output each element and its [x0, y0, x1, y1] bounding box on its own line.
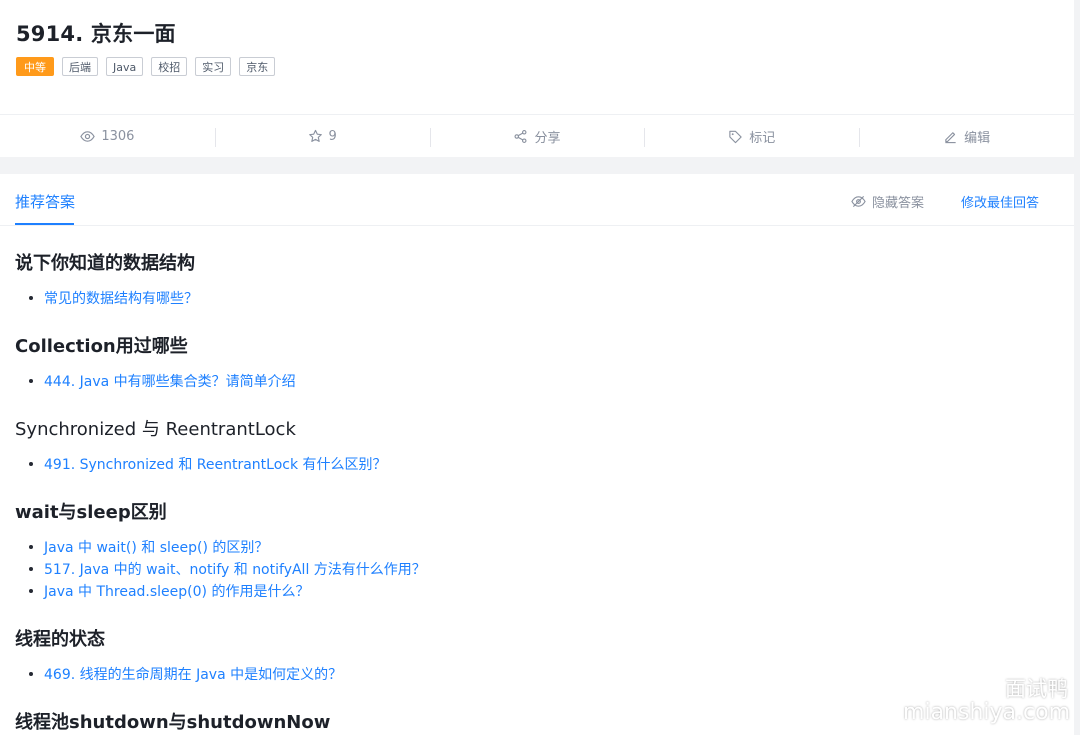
active-tab-indicator	[15, 223, 74, 225]
share-icon	[514, 129, 527, 143]
list-item[interactable]: 常见的数据结构有哪些？	[29, 288, 198, 308]
section-heading: 线程的状态	[15, 629, 105, 650]
question-link[interactable]: 517. Java 中的 wait、notify 和 notifyAll 方法有…	[44, 559, 426, 579]
section-heading: Collection用过哪些	[15, 336, 188, 357]
edit-label: 编辑	[964, 130, 991, 146]
views-stat: 1306	[0, 115, 215, 157]
answer-card: 推荐答案 隐藏答案 修改最佳回答 说下你知道的数据结构 常见的数据结构有哪些？ …	[0, 174, 1074, 735]
bullet	[29, 379, 33, 383]
answer-tabs: 推荐答案 隐藏答案 修改最佳回答	[0, 174, 1074, 226]
section-heading: 说下你知道的数据结构	[15, 253, 195, 274]
hide-answer-label: 隐藏答案	[872, 196, 925, 211]
question-link[interactable]: 常见的数据结构有哪些？	[44, 288, 198, 308]
edit-button[interactable]: 编辑	[859, 115, 1074, 157]
list-item[interactable]: 444. Java 中有哪些集合类？请简单介绍	[29, 371, 296, 391]
list-item[interactable]: 469. 线程的生命周期在 Java 中是如何定义的？	[29, 664, 342, 684]
tag-icon	[729, 130, 742, 143]
list-item[interactable]: 517. Java 中的 wait、notify 和 notifyAll 方法有…	[29, 559, 426, 579]
section-heading: 线程池shutdown与shutdownNow	[15, 712, 331, 733]
question-link[interactable]: 444. Java 中有哪些集合类？请简单介绍	[44, 371, 296, 391]
edit-best-answer-link[interactable]: 修改最佳回答	[961, 192, 1039, 211]
mark-label: 标记	[749, 130, 776, 146]
section-heading: Synchronized 与 ReentrantLock	[15, 419, 296, 440]
tag-campus[interactable]: 校招	[151, 57, 188, 76]
watermark-brand: 面试鸭	[1005, 677, 1068, 701]
star-button[interactable]: 9	[214, 115, 430, 157]
stats-bar: 1306 9 分享 标记 编辑	[0, 114, 1074, 157]
section-heading: wait与sleep区别	[15, 502, 167, 523]
pencil-icon	[945, 131, 956, 143]
question-header-card: 5914. 京东一面 中等 后端 Java 校招 实习 京东 1306 9 分享…	[0, 0, 1074, 157]
bullet	[29, 589, 33, 593]
tag-internship[interactable]: 实习	[195, 57, 232, 76]
list-item[interactable]: Java 中 wait() 和 sleep() 的区别？	[29, 537, 268, 557]
watermark-url: mianshiya.com	[903, 700, 1070, 725]
tab-recommended-answer[interactable]: 推荐答案	[15, 191, 75, 212]
tag-jd[interactable]: 京东	[239, 57, 276, 76]
question-link[interactable]: 469. 线程的生命周期在 Java 中是如何定义的？	[44, 664, 342, 684]
bullet	[29, 545, 33, 549]
hide-answer-button[interactable]: 隐藏答案	[851, 192, 924, 211]
question-link[interactable]: 491. Synchronized 和 ReentrantLock 有什么区别？	[44, 454, 387, 474]
eye-off-icon	[851, 195, 866, 208]
views-count: 1306	[101, 128, 135, 144]
share-button[interactable]: 分享	[429, 115, 645, 157]
question-title: 5914. 京东一面	[16, 22, 176, 46]
mark-button[interactable]: 标记	[644, 115, 859, 157]
eye-icon	[80, 130, 96, 142]
list-item[interactable]: Java 中 Thread.sleep(0) 的作用是什么？	[29, 581, 309, 601]
bullet	[29, 296, 33, 300]
bullet	[29, 462, 33, 466]
bullet	[29, 672, 33, 676]
tag-list: 中等 后端 Java 校招 实习 京东	[16, 57, 276, 76]
star-icon	[308, 129, 322, 142]
share-label: 分享	[534, 130, 561, 146]
question-link[interactable]: Java 中 wait() 和 sleep() 的区别？	[44, 537, 268, 557]
tag-backend[interactable]: 后端	[62, 57, 98, 76]
list-item[interactable]: 491. Synchronized 和 ReentrantLock 有什么区别？	[29, 454, 387, 474]
star-count: 9	[328, 128, 337, 144]
question-link[interactable]: Java 中 Thread.sleep(0) 的作用是什么？	[44, 581, 309, 601]
bullet	[29, 567, 33, 571]
difficulty-badge: 中等	[16, 57, 54, 76]
tag-java[interactable]: Java	[106, 57, 144, 76]
